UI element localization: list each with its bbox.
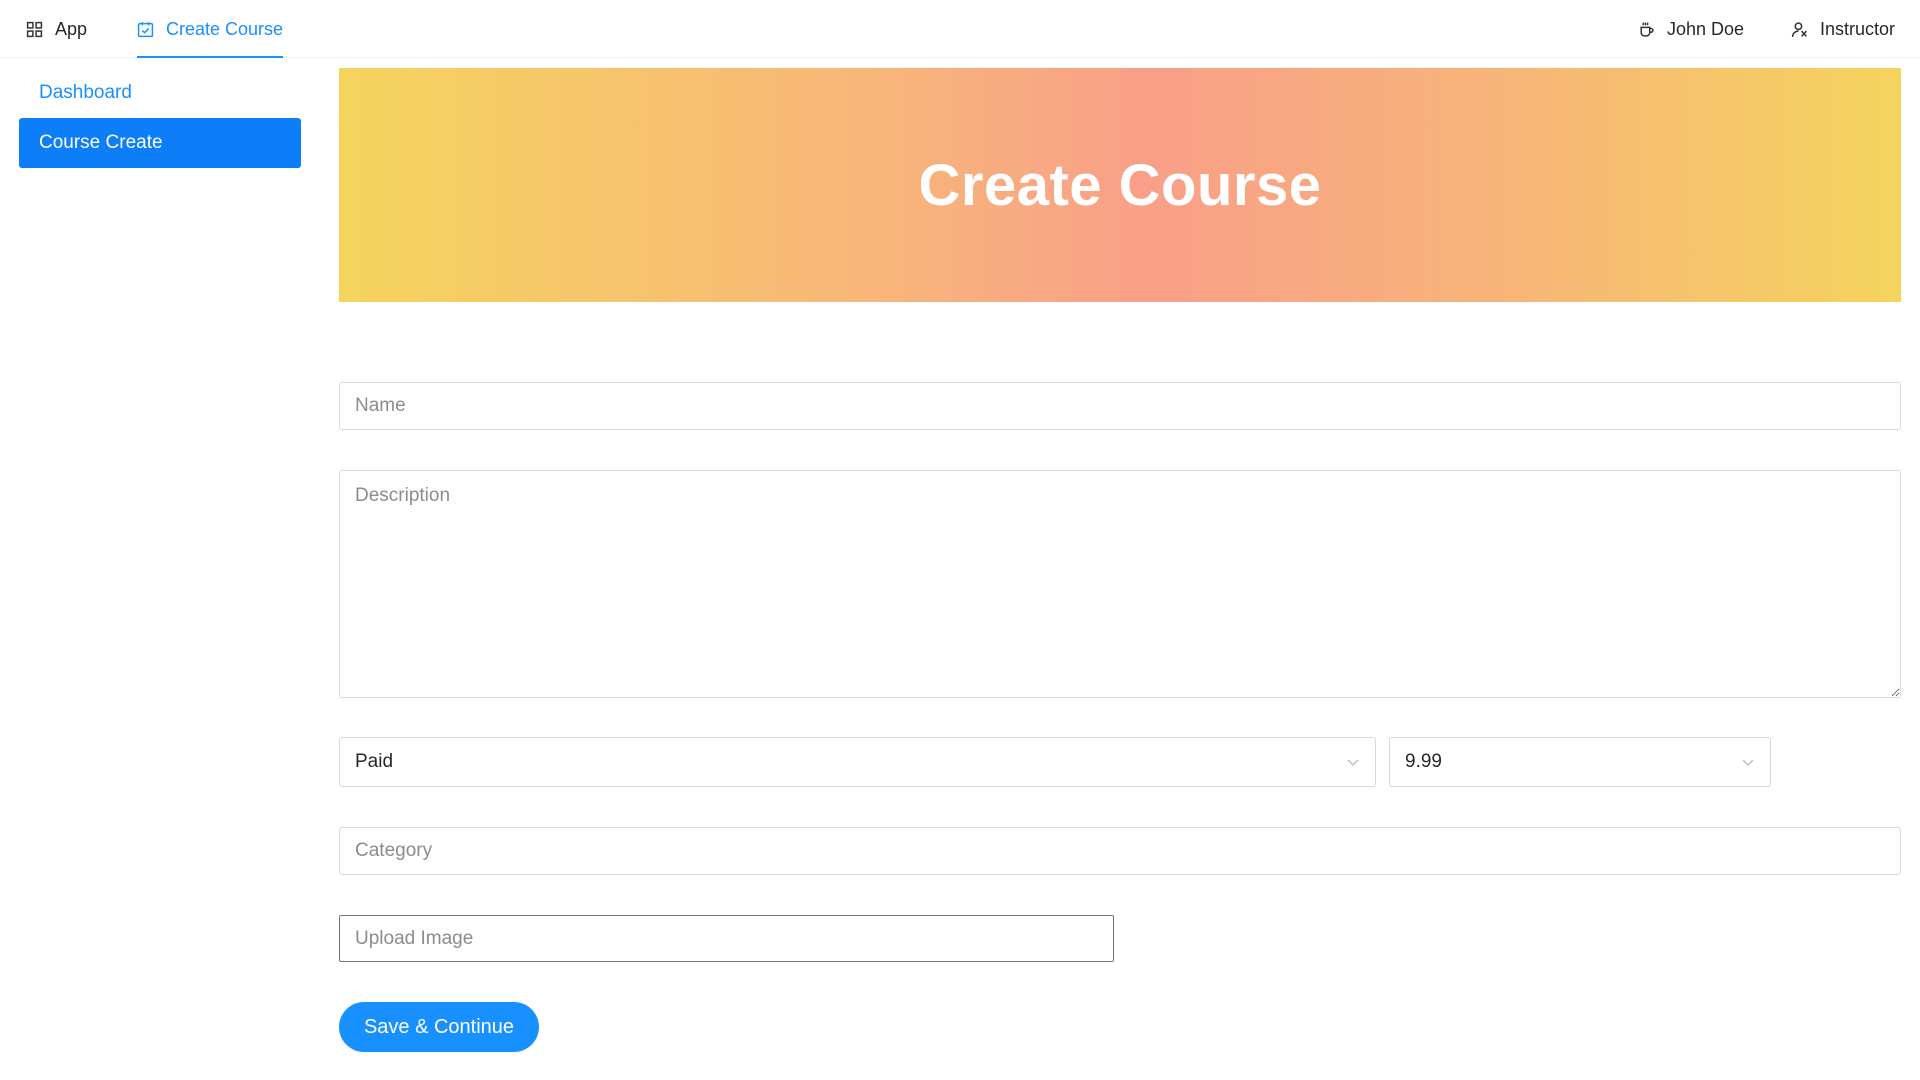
nav-item-user[interactable]: John Doe: [1638, 0, 1744, 58]
coffee-icon: [1638, 21, 1655, 38]
nav-item-user-label: John Doe: [1667, 18, 1745, 39]
paid-select-value: Paid: [355, 751, 394, 772]
upload-image-input[interactable]: [339, 915, 1114, 962]
price-select-value: 9.99: [1405, 751, 1442, 772]
nav-item-create-course-label: Create Course: [166, 18, 284, 39]
top-navigation: App Create Course John Doe Instructor: [0, 0, 1920, 58]
nav-item-instructor-label: Instructor: [1820, 18, 1896, 39]
save-continue-button[interactable]: Save & Continue: [339, 1002, 539, 1052]
name-input[interactable]: [339, 382, 1901, 430]
price-select[interactable]: 9.99: [1389, 737, 1771, 787]
sidebar-item-dashboard[interactable]: Dashboard: [19, 68, 301, 118]
sidebar: Dashboard Course Create: [19, 68, 301, 168]
category-input[interactable]: [339, 827, 1901, 875]
nav-item-app-label: App: [55, 18, 88, 39]
page-title: Create Course: [918, 152, 1322, 218]
nav-item-instructor[interactable]: Instructor: [1791, 0, 1895, 58]
paid-select[interactable]: Paid: [339, 737, 1376, 787]
chevron-down-icon: [1346, 755, 1360, 769]
sidebar-item-course-create[interactable]: Course Create: [19, 118, 301, 168]
chevron-down-icon: [1741, 755, 1755, 769]
carry-out-icon: [137, 21, 154, 38]
appstore-icon: [26, 21, 43, 38]
nav-item-create-course[interactable]: Create Course: [137, 0, 284, 58]
team-icon: [1791, 21, 1808, 38]
description-textarea[interactable]: [339, 470, 1901, 698]
hero-banner: Create Course: [339, 68, 1901, 302]
nav-item-app[interactable]: App: [26, 0, 87, 58]
